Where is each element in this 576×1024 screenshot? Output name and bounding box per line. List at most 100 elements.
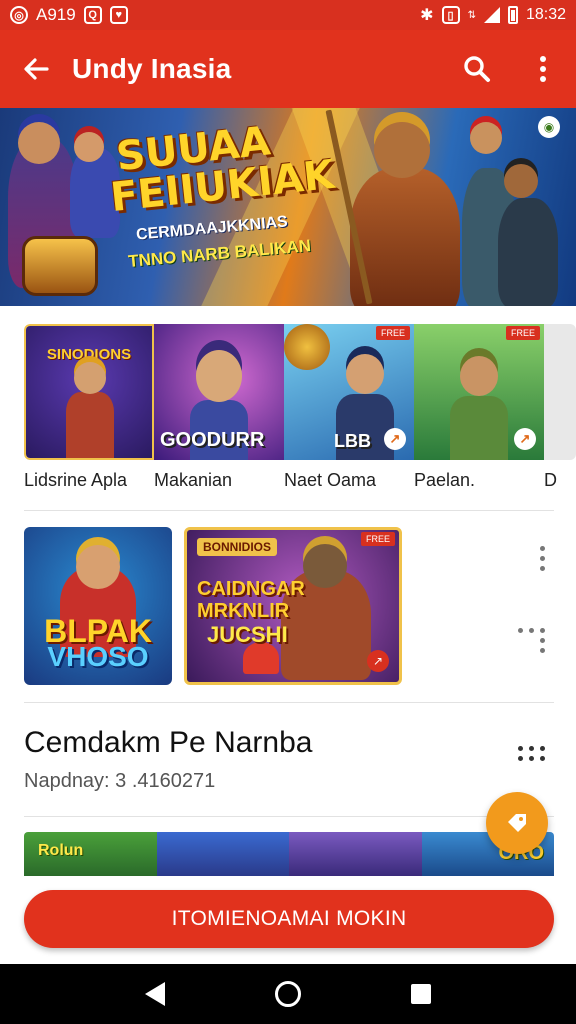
featured-more-icon[interactable]	[530, 546, 554, 571]
featured-title-line3: JUCSHI	[207, 622, 288, 647]
featured-character-head	[76, 545, 120, 589]
nav-recents-icon[interactable]	[411, 984, 431, 1004]
character-head	[346, 354, 384, 394]
arrow-left-icon	[24, 58, 49, 80]
featured-corner-badge: FREE	[360, 532, 395, 546]
status-bar: ◎ A919 Q ♥ ✱ ▯ ⇅ 18:32	[0, 0, 576, 30]
hero-character-right-2-head	[504, 164, 538, 198]
hero-character-left-2-head	[74, 132, 104, 162]
game-tile[interactable]: GOODURR	[154, 324, 284, 460]
notification-icon: ◎	[10, 6, 28, 24]
game-name[interactable]: Makanian	[154, 470, 284, 498]
character-head	[460, 356, 498, 396]
dot	[539, 556, 545, 561]
primary-cta-button[interactable]: ITOMIENOAMAI MOKIN	[24, 890, 554, 948]
system-nav-bar	[0, 964, 576, 1024]
back-button[interactable]	[0, 30, 72, 108]
section-more-icon[interactable]	[518, 746, 545, 761]
app-bar: Undy Inasia	[0, 30, 576, 108]
hero-character-right-2	[498, 198, 558, 306]
more-vert-icon	[540, 56, 546, 82]
search-button[interactable]	[444, 30, 510, 108]
game-character	[444, 340, 514, 460]
games-carousel[interactable]: SINODIONS GOODURR FREE LBB ↗ FREE ↗	[24, 324, 576, 460]
hero-drum	[22, 236, 98, 296]
hero-character-right-head	[470, 122, 502, 154]
cta-area: ITOMIENOAMAI MOKIN	[0, 876, 576, 964]
game-tile-medallion	[284, 324, 330, 370]
divider	[24, 510, 554, 511]
featured-card[interactable]: BONNIDIOS FREE CAIDNGAR MRKNLIR JUCSHI ↗	[184, 527, 402, 685]
dot	[529, 756, 534, 761]
nav-home-icon[interactable]	[275, 981, 301, 1007]
divider	[24, 816, 554, 817]
tag-icon	[508, 814, 526, 832]
character-body	[66, 392, 114, 458]
vibrate-icon: ✱	[420, 7, 434, 24]
dot	[540, 628, 545, 633]
app-screen: ◎ A919 Q ♥ ✱ ▯ ⇅ 18:32 Undy Inasia SUUAA…	[0, 0, 576, 1024]
signal-icon	[483, 7, 500, 23]
strip-label: Rolun	[38, 842, 84, 859]
app-actions	[444, 30, 576, 108]
status-left: ◎ A919 Q ♥	[10, 5, 128, 25]
game-tile-art	[544, 324, 576, 460]
hero-character-center-head	[374, 122, 430, 178]
hero-banner[interactable]: SUUAA FEIIUKIAK CERMDAAJKKNIAS TNNO NARB…	[0, 108, 576, 306]
dot	[539, 546, 545, 551]
dot	[540, 638, 545, 643]
hero-badge-icon: ◉	[538, 116, 560, 138]
strip-tile[interactable]: Rolun	[24, 832, 157, 876]
dot	[540, 746, 545, 751]
strip-tile[interactable]	[289, 832, 422, 876]
games-names-row: Lidsrine Apla Makanian Naet Oama Paelan.…	[24, 470, 576, 498]
featured-title-line2: VHOSO	[47, 641, 149, 672]
sim-icon: Q	[83, 6, 102, 24]
alarm-icon: ♥	[109, 6, 128, 24]
more-options-button[interactable]	[510, 30, 576, 108]
hero-character-left-head	[18, 122, 60, 164]
game-name[interactable]: Paelan.	[414, 470, 544, 498]
data-icon: ⇅	[467, 9, 476, 21]
character-head	[196, 350, 242, 402]
featured-grid-icon[interactable]	[518, 628, 545, 653]
game-tile-info-icon[interactable]: ↗	[384, 428, 406, 450]
bottom-game-strip[interactable]: Rolun ORO	[24, 832, 554, 876]
divider	[24, 702, 554, 703]
dot	[539, 566, 545, 571]
character-head	[74, 362, 106, 394]
battery-icon	[507, 6, 518, 24]
floating-action-button[interactable]	[486, 792, 548, 854]
game-name[interactable]: Naet Oama	[284, 470, 414, 498]
featured-title-line2: MRKNLIR	[197, 600, 290, 622]
game-tile-info-icon[interactable]: ↗	[514, 428, 536, 450]
search-icon	[464, 56, 490, 82]
wifi-icon: ▯	[441, 6, 460, 24]
status-time: 18:32	[525, 6, 566, 23]
game-tile-badge: FREE	[375, 326, 410, 340]
game-name[interactable]: D	[544, 470, 576, 498]
game-tile[interactable]: FREE LBB ↗	[284, 324, 414, 460]
featured-info-icon[interactable]: ↗	[367, 650, 389, 672]
featured-card[interactable]: BLPAK VHOSO	[24, 527, 172, 685]
section-title: Cemdakm Pe Narnba	[24, 726, 313, 759]
app-title: Undy Inasia	[72, 53, 232, 84]
dot	[540, 648, 545, 653]
section-subtitle: Napdnay: 3 .4160271	[24, 770, 216, 792]
strip-tile[interactable]	[156, 832, 289, 876]
game-name[interactable]: Lidsrine Apla	[24, 470, 154, 498]
dot	[518, 628, 523, 633]
nav-back-icon[interactable]	[145, 982, 165, 1006]
game-tile[interactable]: FREE ↗	[414, 324, 544, 460]
featured-title-line1: CAIDNGAR	[197, 578, 305, 600]
game-tile[interactable]: SINODIONS	[24, 324, 154, 460]
dot	[540, 756, 545, 761]
dot	[518, 746, 523, 751]
character-body	[450, 396, 508, 460]
dot	[529, 746, 534, 751]
dot	[518, 756, 523, 761]
game-tile-art-label: GOODURR	[160, 429, 265, 451]
game-tile[interactable]	[544, 324, 576, 460]
status-left-text: A919	[36, 5, 76, 24]
game-tile-art-label: LBB	[334, 431, 371, 451]
